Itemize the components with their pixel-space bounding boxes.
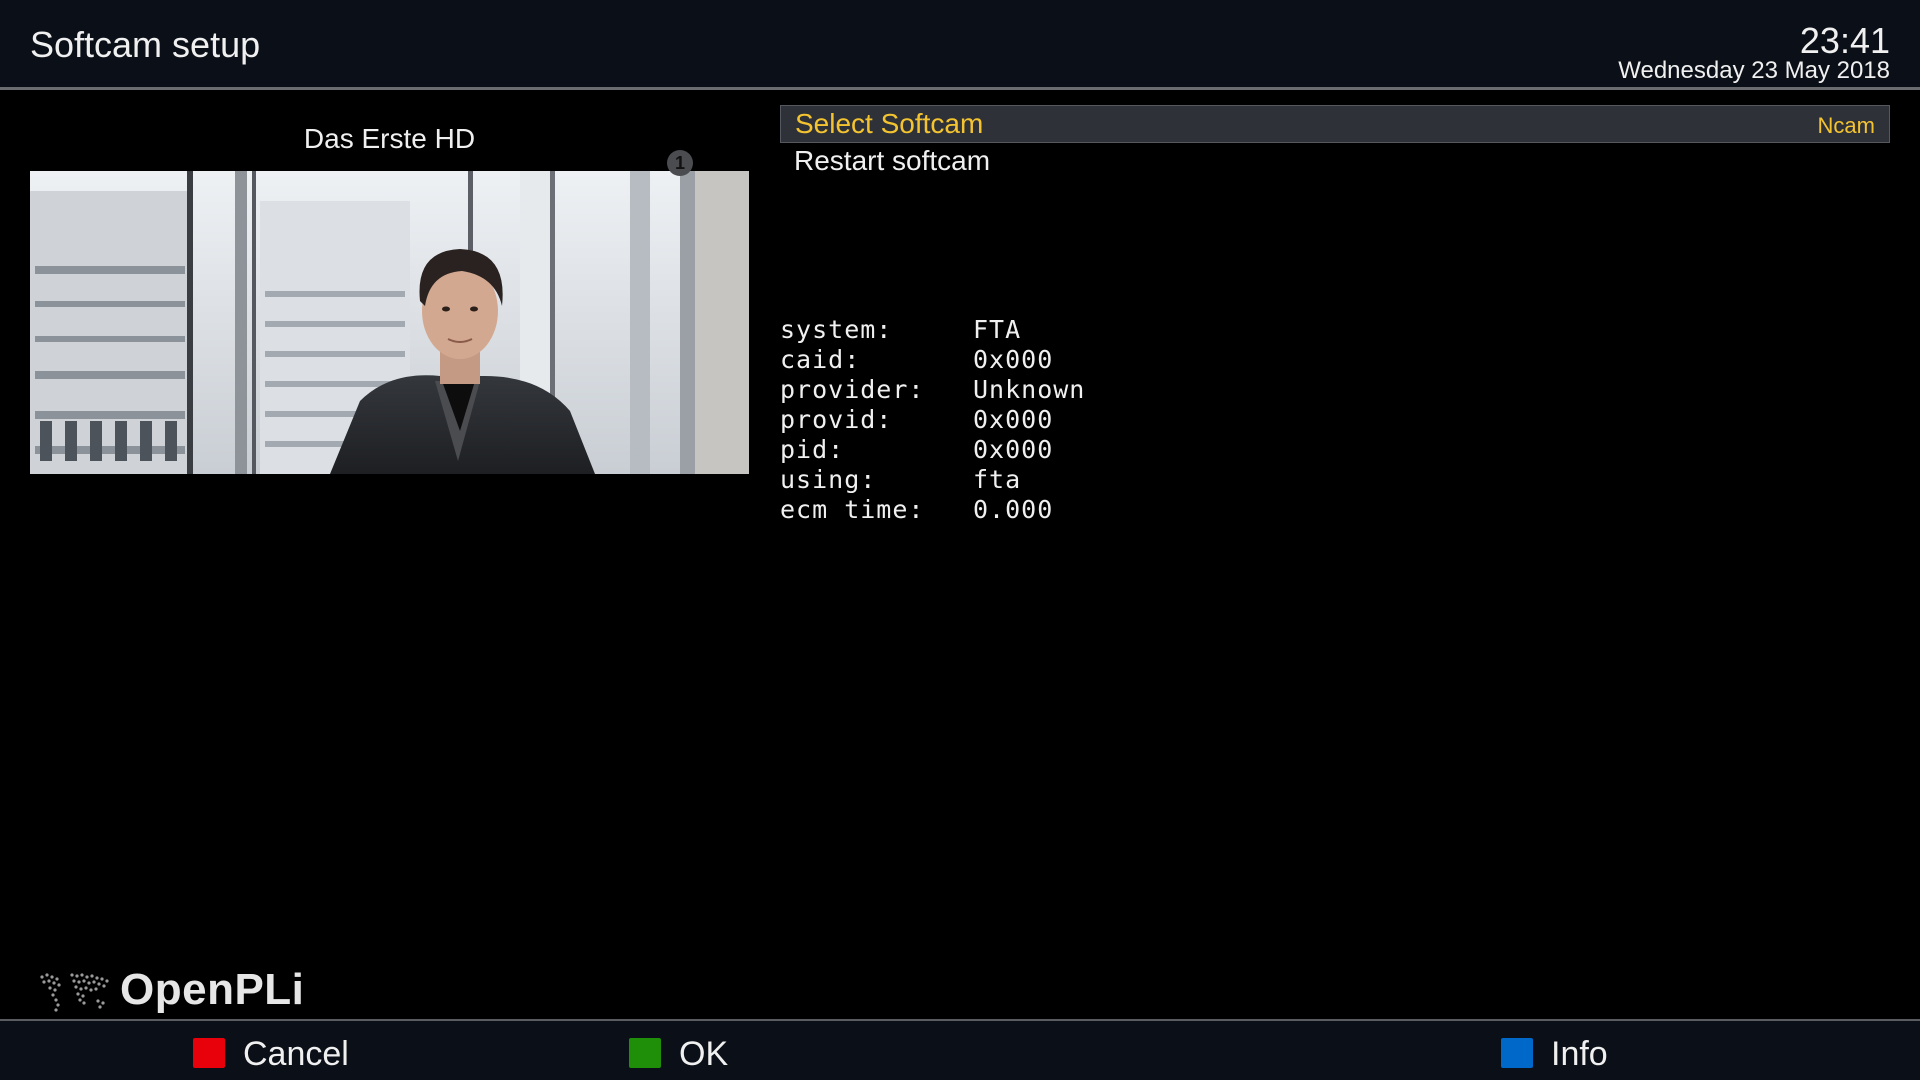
info-key: ecm time: xyxy=(780,495,925,524)
info-key: system: xyxy=(780,315,893,344)
info-key: provid: xyxy=(780,405,893,434)
info-row-using: using: fta xyxy=(780,465,1085,495)
info-value: Unknown xyxy=(973,375,1086,404)
channel-name: Das Erste HD xyxy=(303,123,476,154)
green-key-icon xyxy=(629,1038,661,1068)
clock: 23:41 xyxy=(1799,20,1890,61)
red-key-icon xyxy=(193,1038,225,1068)
info-row-ecm-time: ecm time: 0.000 xyxy=(780,495,1085,525)
info-row-provider: provider: Unknown xyxy=(780,375,1085,405)
menu-item-select-softcam[interactable]: Select Softcam Ncam xyxy=(780,105,1890,143)
info-label: Info xyxy=(1551,1035,1608,1073)
info-value: 0.000 xyxy=(973,495,1054,524)
header-divider xyxy=(0,87,1920,90)
info-key: provider: xyxy=(780,375,925,404)
info-value: 0x000 xyxy=(973,345,1054,374)
tv-preview-image xyxy=(30,171,749,474)
world-map-icon xyxy=(40,973,109,1012)
info-row-system: system: FTA xyxy=(780,315,1085,345)
info-row-pid: pid: 0x000 xyxy=(780,435,1085,465)
info-value: 0x000 xyxy=(973,405,1054,434)
menu-item-label: Restart softcam xyxy=(794,145,991,176)
footer-bar: Cancel OK Info xyxy=(0,1021,1920,1080)
info-key: caid: xyxy=(780,345,861,374)
info-value: fta xyxy=(973,465,1022,494)
blue-key-icon xyxy=(1501,1038,1533,1068)
menu-item-restart-softcam[interactable]: Restart softcam xyxy=(780,143,1890,181)
info-row-provid: provid: 0x000 xyxy=(780,405,1085,435)
openpli-logo-text: OpenPLi xyxy=(120,965,305,1014)
cancel-label: Cancel xyxy=(243,1035,349,1073)
date: Wednesday 23 May 2018 xyxy=(1618,57,1890,84)
info-key: pid: xyxy=(780,435,845,464)
info-value: 0x000 xyxy=(973,435,1054,464)
menu-item-label: Select Softcam xyxy=(795,108,984,139)
info-value: FTA xyxy=(973,315,1022,344)
tv-preview xyxy=(30,171,749,474)
softcam-menu[interactable]: Select Softcam Ncam Restart softcam xyxy=(780,105,1890,181)
menu-item-value: Ncam xyxy=(1817,113,1875,138)
ok-label: OK xyxy=(679,1035,729,1073)
header-bar: Softcam setup 23:41 Wednesday 23 May 201… xyxy=(0,0,1920,87)
info-key: using: xyxy=(780,465,877,494)
ecm-info-panel: system: FTA caid: 0x000 provider: Unknown p… xyxy=(780,315,1085,525)
info-row-caid: caid: 0x000 xyxy=(780,345,1085,375)
das-erste-logo-icon: 1 xyxy=(667,150,693,176)
screen-title: Softcam setup xyxy=(30,24,261,65)
